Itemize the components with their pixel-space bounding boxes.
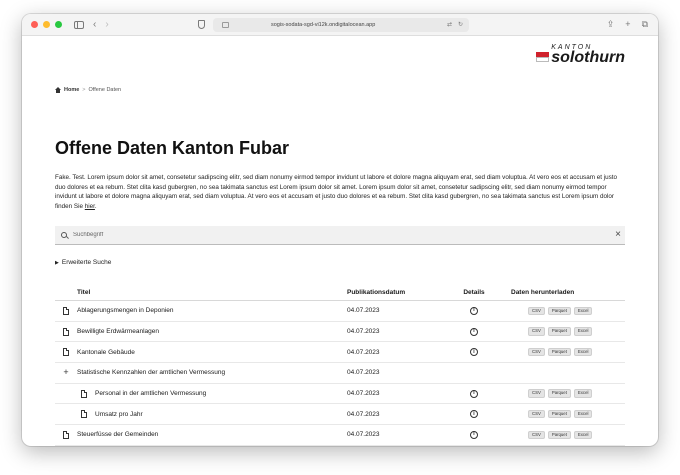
download-csv-button[interactable]: CSV xyxy=(528,348,545,357)
info-icon[interactable]: i xyxy=(470,327,478,336)
search-icon xyxy=(61,232,67,238)
search-bar: × xyxy=(55,226,625,245)
page-content: KANTON solothurn Home > Offene Daten Off… xyxy=(22,36,658,446)
download-parquet-button[interactable]: Parquet xyxy=(547,410,571,419)
kanton-logo[interactable]: KANTON solothurn xyxy=(536,44,625,66)
browser-toolbar: ‹ › sogis-sodata-sgd-vi12k.ondigitalocea… xyxy=(22,14,658,36)
plus-icon[interactable]: + xyxy=(55,368,77,377)
download-excel-button[interactable]: Excel xyxy=(573,410,593,419)
reload-icon[interactable]: ↻ xyxy=(458,21,463,28)
breadcrumb-current: Offene Daten xyxy=(88,87,122,93)
row-date: 04.07.2023 xyxy=(347,369,380,377)
share-icon[interactable]: ⇪ xyxy=(607,19,615,30)
back-icon[interactable]: ‹ xyxy=(93,19,96,30)
info-icon[interactable]: i xyxy=(470,306,478,315)
site-settings-icon[interactable] xyxy=(222,22,229,28)
download-csv-button[interactable]: CSV xyxy=(528,430,545,440)
disclosure-triangle-icon: ▶ xyxy=(55,259,59,266)
download-csv-button[interactable]: CSV xyxy=(528,410,545,419)
file-icon xyxy=(55,430,77,439)
row-date: 04.07.2023 xyxy=(347,431,380,439)
toolbar-actions: ⇪ + ⧉ xyxy=(607,19,648,30)
info-icon[interactable]: i xyxy=(470,410,478,419)
info-icon[interactable]: i xyxy=(470,389,478,398)
clear-search-icon[interactable]: × xyxy=(615,230,621,240)
maximize-window-button[interactable] xyxy=(55,21,62,28)
table-row[interactable]: Umsatz pro Jahr 04.07.2023 i CSV Parquet Exce… xyxy=(55,404,625,426)
breadcrumb-separator: > xyxy=(82,87,86,93)
header-details: Details xyxy=(463,288,485,296)
info-icon[interactable]: i xyxy=(470,430,478,439)
logo-name-text: solothurn xyxy=(551,49,625,66)
row-title[interactable]: Statistische Kennzahlen der amtlichen Ve… xyxy=(77,369,225,376)
browser-window: ‹ › sogis-sodata-sgd-vi12k.ondigitalocea… xyxy=(22,14,658,446)
row-title[interactable]: Steuerfüsse der Gemeinden xyxy=(77,431,158,438)
advanced-search-label: Erweiterte Suche xyxy=(61,259,112,266)
minimize-window-button[interactable] xyxy=(43,21,50,28)
advanced-search-toggle[interactable]: ▶ Erweiterte Suche xyxy=(55,259,111,266)
row-title[interactable]: Personal in der amtlichen Vermessung xyxy=(95,390,206,397)
table-row[interactable]: Kantonale Gebäude 04.07.2023 i CSV Parquet Ex… xyxy=(55,342,625,364)
breadcrumb-home[interactable]: Home xyxy=(64,87,79,93)
home-icon[interactable] xyxy=(55,87,61,93)
download-parquet-button[interactable]: Parquet xyxy=(547,327,571,336)
address-bar[interactable]: sogis-sodata-sgd-vi12k.ondigitalocean.ap… xyxy=(213,18,469,32)
download-csv-button[interactable]: CSV xyxy=(528,327,545,336)
window-controls xyxy=(31,21,62,28)
close-window-button[interactable] xyxy=(31,21,38,28)
download-excel-button[interactable]: Excel xyxy=(573,348,593,357)
file-icon xyxy=(55,348,77,357)
row-date: 04.07.2023 xyxy=(347,328,380,336)
privacy-shield-icon[interactable] xyxy=(198,20,205,29)
translate-icon[interactable]: ⇄ xyxy=(447,21,452,28)
intro-text: Fake. Test. Lorem ipsum dolor sit amet, … xyxy=(55,173,627,211)
row-date: 04.07.2023 xyxy=(347,410,380,418)
row-title[interactable]: Bewilligte Erdwärmeanlagen xyxy=(77,328,159,335)
kanton-flag-icon xyxy=(536,52,550,62)
new-tab-icon[interactable]: + xyxy=(625,19,630,30)
header-date[interactable]: Publikationsdatum xyxy=(347,289,444,296)
file-icon xyxy=(55,327,77,336)
intro-end: . xyxy=(94,202,97,210)
row-title[interactable]: Umsatz pro Jahr xyxy=(95,411,143,418)
breadcrumb: Home > Offene Daten xyxy=(55,87,121,93)
address-url: sogis-sodata-sgd-vi12k.ondigitalocean.ap… xyxy=(271,22,376,28)
table-row[interactable]: Ablagerungsmengen in Deponien 04.07.2023 i… xyxy=(55,301,625,322)
file-icon xyxy=(73,389,95,398)
table-header: Titel Publikationsdatum Details Daten he… xyxy=(55,284,625,301)
row-title[interactable]: Ablagerungsmengen in Deponien xyxy=(77,307,174,314)
row-date: 04.07.2023 xyxy=(347,390,380,398)
intro-link[interactable]: hier xyxy=(85,203,95,210)
header-title[interactable]: Titel xyxy=(55,289,347,296)
table-row[interactable]: + Statistische Kennzahlen der amtlichen V… xyxy=(55,363,625,384)
download-parquet-button[interactable]: Parquet xyxy=(547,430,571,440)
tab-overview-icon[interactable]: ⧉ xyxy=(642,19,648,30)
table-row[interactable]: Bewilligte Erdwärmeanlagen 04.07.2023 i CSV… xyxy=(55,322,625,343)
file-icon xyxy=(73,410,95,419)
forward-icon[interactable]: › xyxy=(105,19,108,30)
info-icon[interactable]: i xyxy=(470,348,478,357)
file-icon xyxy=(55,306,77,315)
download-excel-button[interactable]: Excel xyxy=(573,306,593,315)
intro-body: Fake. Test. Lorem ipsum dolor sit amet, … xyxy=(55,174,617,210)
download-csv-button[interactable]: CSV xyxy=(528,389,545,398)
download-excel-button[interactable]: Excel xyxy=(573,327,593,336)
download-csv-button[interactable]: CSV xyxy=(528,306,545,315)
table-body: Ablagerungsmengen in Deponien 04.07.2023 i… xyxy=(55,301,625,446)
table-row[interactable]: Steuerfüsse der Gemeinden 04.07.2023 i CSV P… xyxy=(55,425,625,446)
download-excel-button[interactable]: Excel xyxy=(573,389,593,398)
header-download: Daten herunterladen xyxy=(511,288,575,296)
row-date: 04.07.2023 xyxy=(347,348,380,356)
table-row[interactable]: Personal in der amtlichen Vermessung 04.0… xyxy=(55,384,625,405)
download-parquet-button[interactable]: Parquet xyxy=(547,306,571,315)
download-parquet-button[interactable]: Parquet xyxy=(547,348,571,357)
row-title[interactable]: Kantonale Gebäude xyxy=(77,349,135,356)
download-parquet-button[interactable]: Parquet xyxy=(547,389,571,398)
search-input[interactable] xyxy=(73,232,593,238)
datasets-table: Titel Publikationsdatum Details Daten he… xyxy=(55,284,625,446)
sidebar-toggle-icon[interactable] xyxy=(74,20,84,29)
page-title: Offene Daten Kanton Fubar xyxy=(55,138,290,158)
row-date: 04.07.2023 xyxy=(347,307,380,315)
download-excel-button[interactable]: Excel xyxy=(573,430,593,440)
